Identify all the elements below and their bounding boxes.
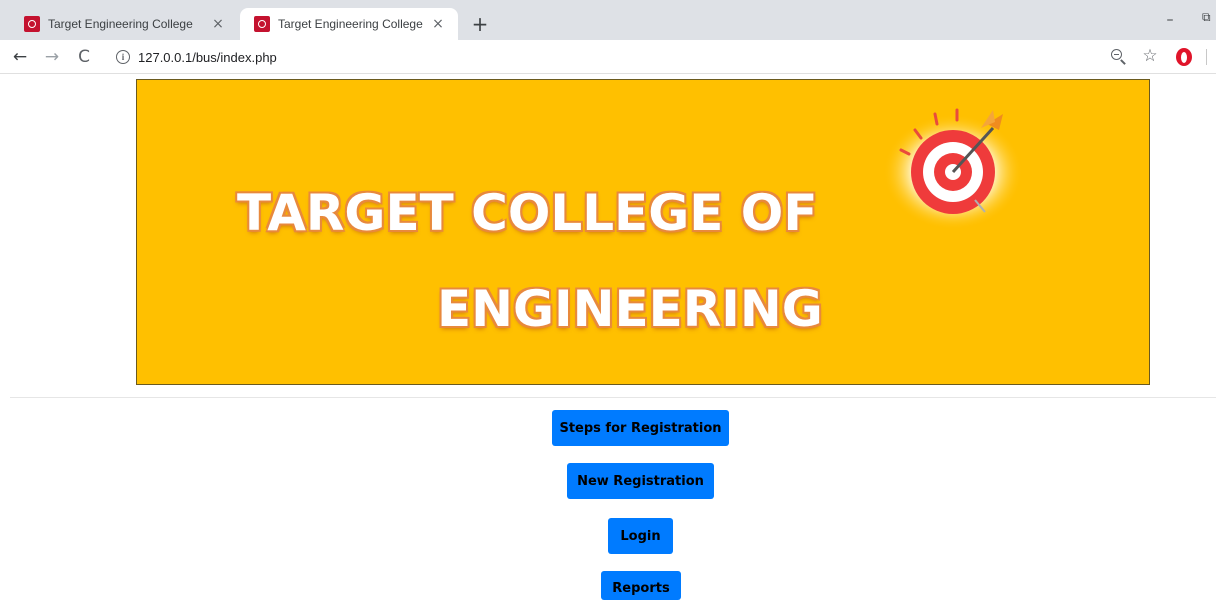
reload-button[interactable]: C — [72, 45, 96, 69]
toolbar-separator — [1206, 49, 1207, 65]
zoom-icon[interactable] — [1110, 48, 1128, 66]
login-button[interactable]: Login — [608, 518, 673, 554]
tab-close-icon[interactable]: × — [430, 16, 446, 32]
address-bar[interactable]: i 127.0.0.1/bus/index.php — [104, 43, 1104, 71]
url-text[interactable]: 127.0.0.1/bus/index.php — [138, 50, 277, 65]
site-favicon-icon — [254, 16, 270, 32]
browser-tab-strip: Target Engineering College × Target Engi… — [0, 0, 1216, 40]
banner-title-line-1: TARGET COLLEGE OF — [237, 184, 818, 242]
opera-icon[interactable] — [1176, 48, 1192, 66]
site-favicon-icon — [24, 16, 40, 32]
steps-for-registration-button[interactable]: Steps for Registration — [552, 410, 729, 446]
college-banner: TARGET COLLEGE OF ENGINEERING — [136, 79, 1150, 385]
minimize-window-button[interactable]: – — [1158, 10, 1182, 30]
restore-window-button[interactable]: ⧉ — [1202, 10, 1216, 30]
content-divider — [10, 397, 1216, 398]
browser-tab-1[interactable]: Target Engineering College × — [10, 8, 238, 40]
tab-title: Target Engineering College — [278, 17, 423, 31]
tab-close-icon[interactable]: × — [210, 16, 226, 32]
banner-title-line-2: ENGINEERING — [437, 280, 823, 338]
forward-button[interactable]: → — [40, 45, 64, 69]
reports-button[interactable]: Reports — [601, 571, 681, 600]
new-registration-button[interactable]: New Registration — [567, 463, 714, 499]
new-tab-button[interactable]: + — [468, 12, 492, 36]
info-icon[interactable]: i — [116, 50, 130, 64]
back-button[interactable]: ← — [8, 45, 32, 69]
browser-toolbar: ← → C i 127.0.0.1/bus/index.php ☆ — [0, 40, 1216, 74]
tab-title: Target Engineering College — [48, 17, 193, 31]
target-logo-icon — [883, 108, 1023, 230]
browser-tab-2-active[interactable]: Target Engineering College × — [240, 8, 458, 40]
bookmark-star-icon[interactable]: ☆ — [1140, 46, 1160, 66]
